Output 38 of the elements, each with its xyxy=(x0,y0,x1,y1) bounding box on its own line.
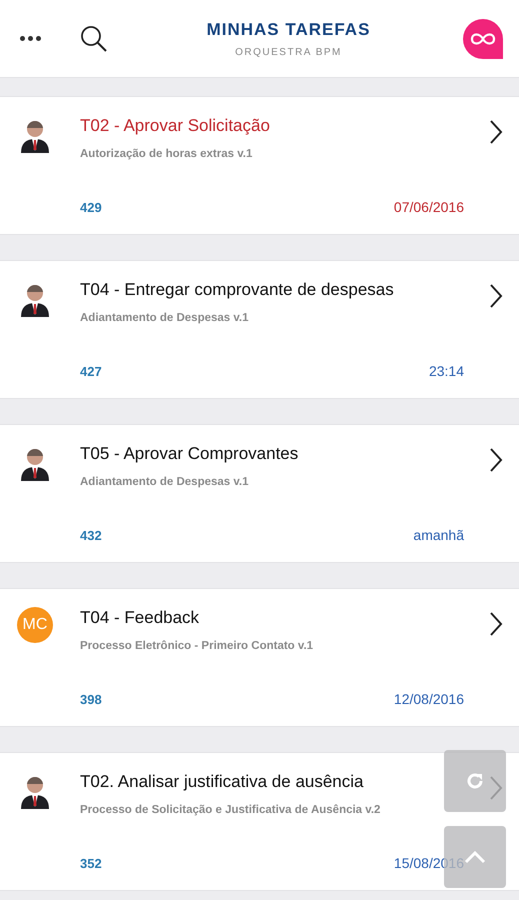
search-icon[interactable] xyxy=(80,24,108,52)
refresh-icon xyxy=(465,771,485,791)
task-title: T02 - Aprovar Solicitação xyxy=(80,115,270,137)
task-number: 427 xyxy=(80,363,102,381)
chevron-right-icon[interactable] xyxy=(489,119,503,145)
task-card[interactable]: T04 - Entregar comprovante de despesas Adiantamento de Despesas v.1 427 23:14 xyxy=(0,260,519,399)
task-number: 432 xyxy=(80,527,102,545)
task-title: T02. Analisar justificativa de ausência xyxy=(80,771,364,793)
task-card[interactable]: T05 - Aprovar Comprovantes Adiantamento de Despesas v.1 432 amanhã xyxy=(0,424,519,563)
process-name: Adiantamento de Despesas v.1 xyxy=(80,475,249,490)
process-name: Processo Eletrônico - Primeiro Contato v.1 xyxy=(80,639,314,654)
person-avatar-icon xyxy=(20,119,50,153)
app-logo-icon[interactable] xyxy=(463,18,503,58)
due-date: amanhã xyxy=(413,526,464,546)
task-card[interactable]: T02 - Aprovar Solicitação Autorização de horas extras v.1 429 07/06/2016 xyxy=(0,96,519,235)
due-date: 07/06/2016 xyxy=(394,198,464,218)
task-number: 429 xyxy=(80,199,102,217)
chevron-right-icon[interactable] xyxy=(489,283,503,309)
process-name: Adiantamento de Despesas v.1 xyxy=(80,311,249,326)
due-date: 23:14 xyxy=(428,362,464,382)
chevron-up-icon xyxy=(464,850,486,864)
task-title: T04 - Entregar comprovante de despesas xyxy=(80,279,394,301)
task-card[interactable]: MC T04 - Feedback Processo Eletrônico - Primeiro Contato v.1 398 12/08/2016 xyxy=(0,588,519,727)
task-title: T04 - Feedback xyxy=(80,607,200,629)
chevron-right-icon[interactable] xyxy=(489,611,503,637)
process-name: Processo de Solicitação e Justificativa de Ausência v.2 xyxy=(80,803,380,818)
page-title: MINHAS TAREFAS xyxy=(206,18,370,41)
person-avatar-icon xyxy=(20,447,50,481)
task-title: T05 - Aprovar Comprovantes xyxy=(80,443,298,465)
person-avatar-icon xyxy=(20,283,50,317)
task-number: 352 xyxy=(80,855,102,873)
person-avatar-icon xyxy=(20,775,50,809)
chevron-right-icon[interactable] xyxy=(489,447,503,473)
task-number: 398 xyxy=(80,691,102,709)
page-subtitle: ORQUESTRA BPM xyxy=(235,46,342,60)
initials-avatar: MC xyxy=(17,607,53,643)
due-date: 12/08/2016 xyxy=(394,690,464,710)
process-name: Autorização de horas extras v.1 xyxy=(80,147,252,162)
